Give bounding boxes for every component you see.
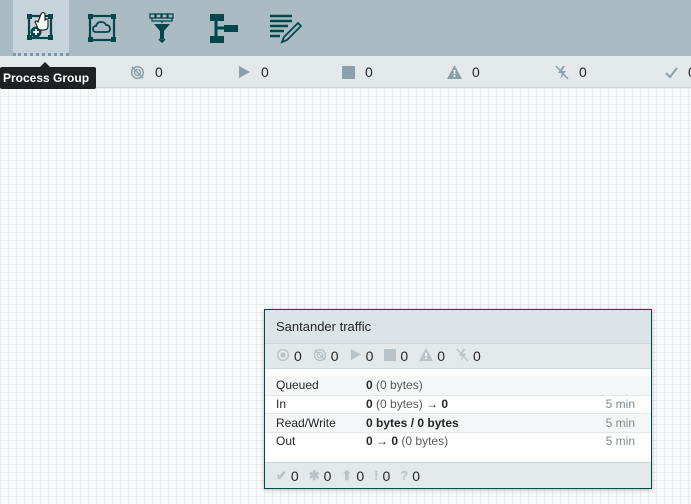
process-group-tool[interactable] (13, 0, 69, 56)
up-to-date-icon: ✔ (276, 467, 287, 483)
stat-value: 0 (356, 467, 365, 484)
process-group-stats: 0 0 0 0 0 0 (265, 343, 651, 369)
locally-modified-icon: ✱ (308, 467, 320, 483)
out-value: 0 → 0 (0 bytes) (366, 434, 449, 449)
stat-value: 0 (365, 348, 374, 364)
out-time: 5 min (605, 434, 635, 449)
locally-modified-stat: ✱ 0 (309, 468, 332, 484)
not-transmitting-stat: 0 (313, 348, 339, 365)
in-row: In 0 (0 bytes) → 0 5 min (265, 394, 651, 414)
stopped-icon (384, 348, 397, 364)
stat-value: 0 (323, 467, 332, 484)
stale-icon: ⬆ (341, 467, 353, 483)
stat-value: 0 (294, 348, 302, 364)
disabled-icon (555, 65, 569, 80)
process-group-title[interactable]: Santander traffic (265, 310, 651, 343)
stat-value: 0 (472, 348, 481, 364)
sync-failure-stat: ? 0 (400, 468, 420, 484)
stat-value: 0 (330, 348, 339, 364)
locally-modified-and-stale-icon: ! (374, 468, 379, 483)
in-time: 5 min (605, 397, 635, 412)
readwrite-row: Read/Write 0 bytes / 0 bytes 5 min (265, 413, 651, 432)
label-icon (270, 14, 302, 44)
status-value: 0 (261, 64, 269, 80)
status-up-to-date-count: 0 (665, 56, 691, 88)
stat-value: 0 (382, 467, 391, 484)
status-value: 0 (365, 64, 373, 80)
status-stopped-count: 0 (342, 56, 373, 88)
version-control-stats: ✔ 0 ✱ 0 ⬆ 0 ! 0 ? 0 (265, 462, 651, 488)
not-transmitting-icon (130, 65, 145, 80)
process-group-icon (27, 11, 53, 40)
transmitting-icon (276, 348, 290, 365)
disabled-stat: 0 (456, 348, 481, 365)
flow-status-bar: 0 0 0 0 0 0 0 (0, 56, 691, 88)
status-value: 0 (155, 64, 163, 80)
invalid-stat: 0 (419, 348, 445, 364)
funnel-icon (149, 13, 174, 44)
in-value: 0 (0 bytes) → 0 (366, 397, 449, 412)
tooltip-process-group: Process Group (0, 62, 97, 89)
stale-stat: ⬆ 0 (341, 468, 364, 484)
readwrite-value: 0 bytes / 0 bytes (366, 415, 459, 430)
status-value: 0 (579, 64, 587, 80)
not-transmitting-icon (313, 348, 327, 365)
stopped-icon (342, 65, 355, 79)
readwrite-time: 5 min (605, 415, 635, 430)
queued-row: Queued 0 (0 bytes) (265, 376, 651, 395)
invalid-icon (419, 348, 434, 364)
stopped-stat: 0 (384, 348, 408, 364)
component-toolbar (0, 0, 691, 56)
template-tool[interactable] (196, 0, 252, 56)
queued-value: 0 (0 bytes) (366, 378, 423, 393)
invalid-icon (447, 65, 462, 79)
running-icon (350, 348, 362, 364)
readwrite-label: Read/Write (276, 415, 336, 430)
template-icon (210, 14, 238, 43)
stat-value: 0 (437, 348, 445, 364)
stat-value: 0 (412, 467, 420, 484)
status-value: 0 (472, 64, 480, 80)
status-disabled-components-count: 0 (555, 56, 587, 88)
status-running-count: 0 (238, 56, 269, 88)
locally-modified-and-stale-stat: ! 0 (374, 468, 390, 484)
running-stat: 0 (350, 348, 374, 364)
funnel-tool[interactable] (135, 0, 191, 56)
stat-value: 0 (290, 467, 299, 484)
queued-label: Queued (276, 378, 319, 393)
disabled-icon (456, 348, 469, 365)
status-disabled-count: 0 (130, 56, 163, 88)
label-tool[interactable] (257, 0, 313, 56)
out-row: Out 0 → 0 (0 bytes) 5 min (265, 431, 651, 451)
remote-process-group-icon (88, 14, 116, 42)
in-label: In (276, 397, 287, 412)
running-icon (238, 65, 251, 79)
sync-failure-icon: ? (400, 468, 409, 483)
up-to-date-icon (665, 66, 678, 78)
status-invalid-count: 0 (447, 56, 480, 88)
stat-value: 0 (400, 348, 409, 364)
remote-process-group-tool[interactable] (74, 0, 130, 56)
transmitting-stat: 0 (276, 348, 302, 365)
up-to-date-stat: ✔ 0 (276, 468, 299, 484)
process-group-santander-traffic[interactable]: Santander traffic 0 0 0 0 0 0 Queued 0 (… (264, 309, 652, 489)
process-group-stats-table: Queued 0 (0 bytes) In 0 (0 bytes) → 0 5 … (265, 376, 651, 450)
out-label: Out (276, 434, 296, 449)
